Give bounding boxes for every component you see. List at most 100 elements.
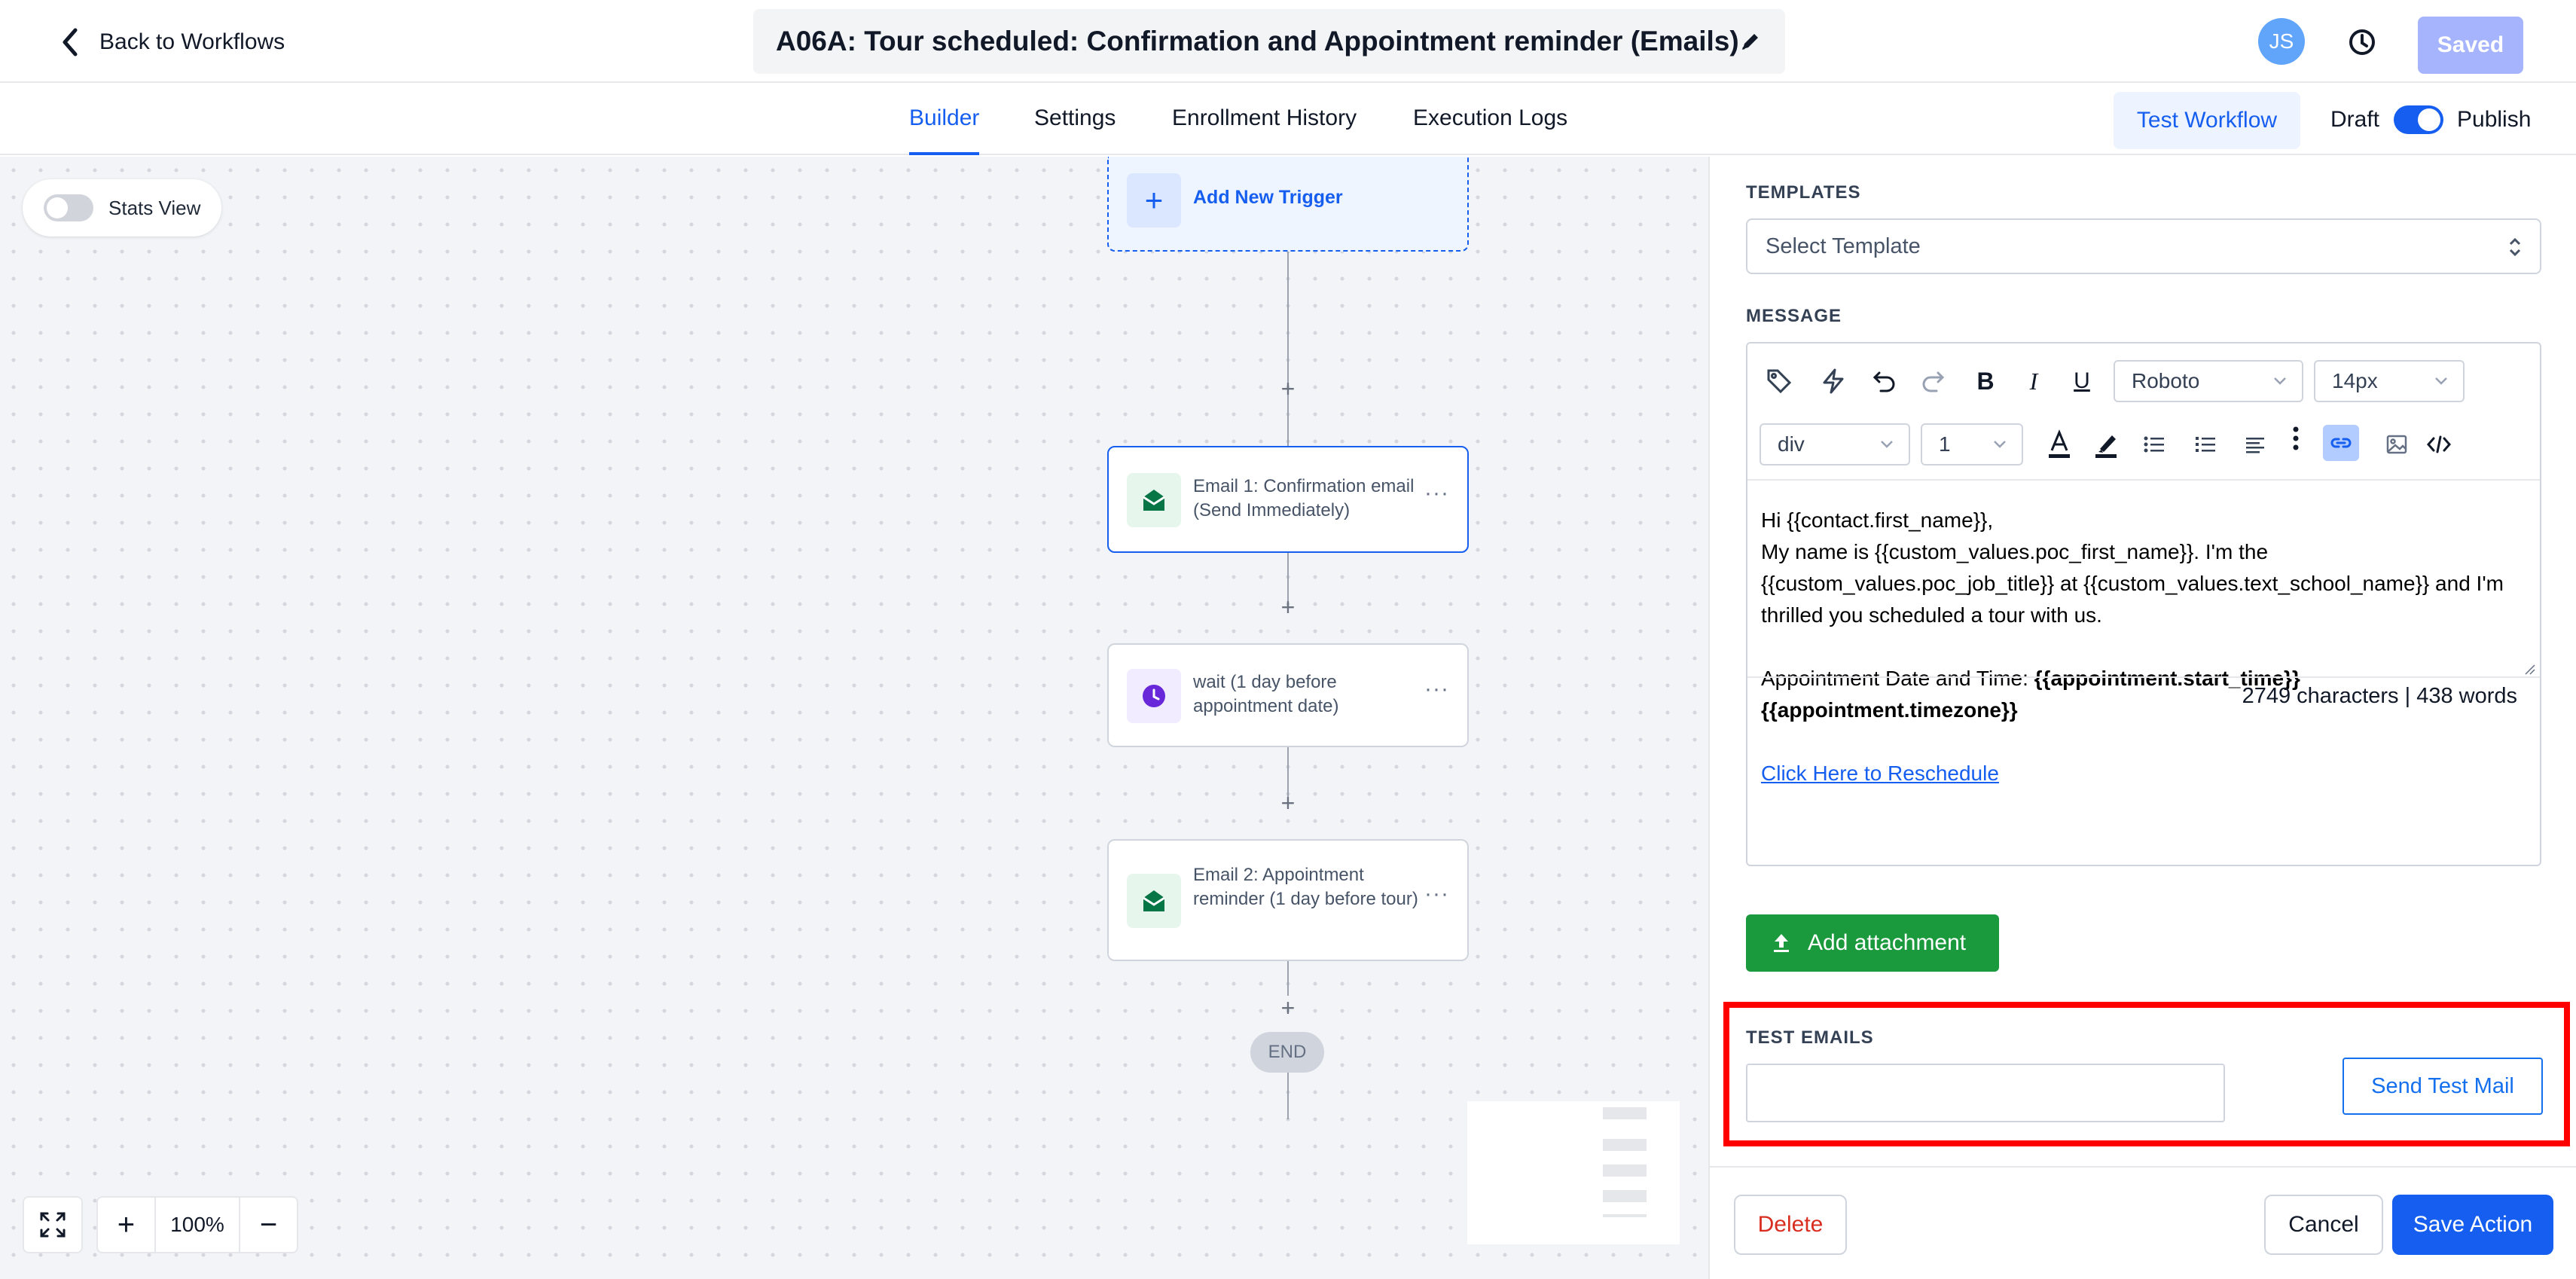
- send-test-mail-button[interactable]: Send Test Mail: [2343, 1058, 2543, 1115]
- code-icon[interactable]: [2422, 428, 2455, 461]
- add-step-button[interactable]: +: [1276, 595, 1300, 619]
- tab-builder[interactable]: Builder: [909, 105, 980, 155]
- lightning-icon[interactable]: [1817, 365, 1850, 398]
- stats-view-switch[interactable]: [44, 194, 93, 221]
- add-attachment-label: Add attachment: [1808, 930, 1967, 955]
- tag-icon[interactable]: [1763, 365, 1796, 398]
- publish-label: Publish: [2457, 107, 2532, 132]
- chevron-down-icon: [1994, 441, 2006, 448]
- action-panel: TEMPLATES Select Template MESSAGE B I U …: [1708, 157, 2576, 1279]
- save-action-button[interactable]: Save Action: [2392, 1195, 2553, 1255]
- publish-toggle[interactable]: [2394, 105, 2443, 134]
- cancel-button[interactable]: Cancel: [2264, 1195, 2383, 1255]
- tab-bar: Builder Settings Enrollment History Exec…: [0, 84, 2576, 155]
- zoom-out-button[interactable]: −: [240, 1198, 297, 1252]
- workflow-title-box[interactable]: A06A: Tour scheduled: Confirmation and A…: [753, 9, 1785, 74]
- pencil-icon[interactable]: [1738, 29, 1763, 53]
- draft-label: Draft: [2330, 107, 2380, 132]
- avatar[interactable]: JS: [2258, 18, 2305, 65]
- templates-label: TEMPLATES: [1746, 182, 1861, 203]
- more-options-icon[interactable]: ···: [1424, 481, 1449, 506]
- add-attachment-button[interactable]: Add attachment: [1746, 914, 1999, 972]
- top-bar: Back to Workflows A06A: Tour scheduled: …: [0, 0, 2576, 83]
- tab-enrollment-history[interactable]: Enrollment History: [1172, 105, 1357, 155]
- character-word-count: 2749 characters | 438 words: [2242, 684, 2517, 708]
- add-trigger-label: Add New Trigger: [1193, 187, 1343, 208]
- template-placeholder: Select Template: [1766, 234, 1921, 258]
- expand-icon: [40, 1212, 66, 1238]
- clock-icon: [1127, 669, 1181, 723]
- delete-button[interactable]: Delete: [1734, 1195, 1847, 1255]
- workflow-node-email-1[interactable]: Email 1: Confirmation email (Send Immedi…: [1107, 446, 1469, 553]
- bold-icon[interactable]: B: [1969, 365, 2002, 398]
- message-greeting: Hi {{contact.first_name}},: [1761, 508, 1994, 532]
- more-options-icon[interactable]: ···: [1424, 881, 1449, 907]
- email-icon: [1127, 874, 1181, 928]
- chevron-down-icon: [2435, 377, 2447, 385]
- stats-view-toggle[interactable]: Stats View: [23, 179, 221, 237]
- message-intro-line-3: thrilled you scheduled a tour with us.: [1761, 603, 2102, 627]
- minimap[interactable]: [1467, 1101, 1680, 1244]
- font-family-value: Roboto: [2132, 369, 2200, 392]
- test-emails-label: TEST EMAILS: [1746, 1027, 1874, 1048]
- align-icon[interactable]: [2239, 428, 2272, 461]
- chevron-updown-icon: [2509, 237, 2521, 257]
- italic-icon[interactable]: I: [2017, 365, 2050, 398]
- plus-icon: +: [1127, 173, 1181, 227]
- workflow-canvas[interactable]: Stats View + Add New Trigger + + + + Ema…: [0, 157, 1708, 1279]
- add-step-button[interactable]: +: [1276, 996, 1300, 1020]
- redo-icon[interactable]: [1916, 365, 1949, 398]
- font-family-select[interactable]: Roboto: [2114, 360, 2303, 402]
- message-intro-line-1: My name is {{custom_values.poc_first_nam…: [1761, 540, 2269, 563]
- undo-icon[interactable]: [1868, 365, 1901, 398]
- message-intro-line-2: {{custom_values.poc_job_title}} at {{cus…: [1761, 572, 2504, 595]
- stats-view-label: Stats View: [108, 196, 201, 219]
- email-icon: [1127, 473, 1181, 527]
- toolbar-divider: [1747, 479, 2540, 481]
- message-body[interactable]: Hi {{contact.first_name}}, My name is {{…: [1761, 505, 2522, 789]
- saved-button[interactable]: Saved: [2418, 17, 2523, 74]
- node-label: Email 2: Appointment reminder (1 day bef…: [1193, 865, 1418, 909]
- zoom-in-button[interactable]: +: [98, 1198, 154, 1252]
- more-options-icon[interactable]: ···: [1424, 676, 1449, 702]
- line-height-value: 1: [1939, 432, 1951, 456]
- workflow-node-wait[interactable]: wait (1 day before appointment date) ···: [1107, 643, 1469, 747]
- node-label: wait (1 day before appointment date): [1193, 672, 1339, 716]
- bullet-list-icon[interactable]: [2138, 428, 2171, 461]
- font-size-select[interactable]: 14px: [2314, 360, 2465, 402]
- fit-view-button[interactable]: [23, 1196, 83, 1253]
- numbered-list-icon[interactable]: [2189, 428, 2222, 461]
- reschedule-link[interactable]: Click Here to Reschedule: [1761, 762, 1999, 785]
- add-new-trigger[interactable]: + Add New Trigger: [1107, 157, 1469, 252]
- message-editor[interactable]: B I U Roboto 14px div 1 Hi {{contact.fir…: [1746, 342, 2541, 866]
- template-select[interactable]: Select Template: [1746, 218, 2541, 274]
- text-color-icon[interactable]: [2043, 428, 2076, 461]
- image-icon[interactable]: [2380, 428, 2413, 461]
- link-icon[interactable]: [2323, 425, 2359, 461]
- highlight-icon[interactable]: [2089, 428, 2123, 461]
- more-vertical-icon[interactable]: [2279, 422, 2312, 455]
- font-size-value: 14px: [2332, 369, 2378, 392]
- node-label: Email 1: Confirmation email (Send Immedi…: [1193, 476, 1415, 520]
- appointment-timezone: {{appointment.timezone}}: [1761, 698, 2018, 722]
- upload-icon: [1774, 934, 1789, 952]
- tab-settings[interactable]: Settings: [1034, 105, 1116, 155]
- line-height-select[interactable]: 1: [1921, 423, 2023, 466]
- back-to-workflows-link[interactable]: Back to Workflows: [60, 24, 285, 60]
- add-step-button[interactable]: +: [1276, 377, 1300, 401]
- tab-execution-logs[interactable]: Execution Logs: [1413, 105, 1567, 155]
- block-type-value: div: [1778, 432, 1805, 456]
- block-type-select[interactable]: div: [1760, 423, 1910, 466]
- workflow-title: A06A: Tour scheduled: Confirmation and A…: [776, 26, 1739, 56]
- test-workflow-button[interactable]: Test Workflow: [2114, 92, 2300, 149]
- add-step-button[interactable]: +: [1276, 791, 1300, 815]
- workflow-node-email-2[interactable]: Email 2: Appointment reminder (1 day bef…: [1107, 839, 1469, 961]
- resize-handle-icon[interactable]: [2523, 663, 2535, 675]
- message-label: MESSAGE: [1746, 306, 1842, 326]
- zoom-level: 100%: [154, 1198, 241, 1252]
- back-label: Back to Workflows: [99, 29, 285, 54]
- chevron-down-icon: [1881, 441, 1893, 448]
- test-email-input[interactable]: [1746, 1064, 2225, 1122]
- underline-icon[interactable]: U: [2065, 365, 2098, 398]
- history-icon[interactable]: [2344, 24, 2380, 60]
